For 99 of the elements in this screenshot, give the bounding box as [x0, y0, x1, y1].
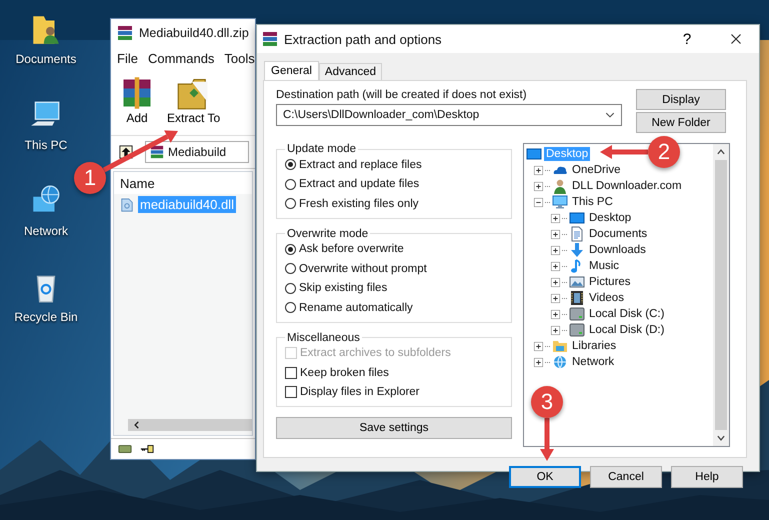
option-label: Display files in Explorer [300, 386, 420, 398]
option-label: Extract archives to subfolders [300, 347, 451, 360]
radio-button[interactable] [285, 244, 296, 255]
path-dropdown[interactable]: C:\Users\DllDownloader_com\Desktop [276, 104, 622, 126]
group-title: Miscellaneous [286, 332, 361, 344]
option-label: Extract and update files [299, 178, 420, 190]
books-icon [150, 145, 164, 159]
books-icon [117, 25, 133, 41]
expand-icon[interactable] [551, 278, 560, 286]
tree-item[interactable]: Pictures [587, 275, 633, 289]
option-label: Fresh existing files only [299, 198, 419, 210]
expand-icon[interactable] [551, 262, 560, 270]
down-arrow-icon [569, 242, 585, 258]
option-label: Rename automatically [299, 302, 413, 314]
screen-icon [569, 210, 585, 226]
drive-icon [569, 306, 585, 322]
document-icon [569, 226, 585, 242]
radio-button[interactable] [285, 282, 296, 294]
add-button[interactable]: Add [117, 75, 157, 131]
arrow [600, 145, 648, 159]
scrollbar[interactable] [713, 144, 729, 446]
tab[interactable]: General [264, 61, 319, 80]
checkbox[interactable] [285, 366, 297, 379]
button[interactable]: Display [636, 89, 726, 110]
tree-item[interactable]: DLL Downloader.com [570, 179, 684, 193]
tree-item[interactable]: Libraries [570, 339, 618, 353]
group-title: Update mode [286, 143, 358, 155]
window-title: Extraction path and options [284, 32, 443, 46]
books-icon [262, 31, 278, 47]
desktop-icon-label[interactable]: Recycle Bin [14, 310, 78, 324]
folder-icon [552, 338, 568, 354]
menu-item[interactable]: Commands [148, 51, 214, 67]
expand-icon[interactable] [551, 294, 560, 302]
tree-item[interactable]: Music [587, 259, 622, 273]
drive-icon [569, 322, 585, 338]
globe-icon [552, 354, 568, 370]
file-icon [120, 196, 134, 212]
expand-icon[interactable] [551, 230, 560, 238]
option-label: Extract and replace files [299, 158, 422, 171]
path-field[interactable]: Mediabuild [145, 141, 249, 163]
scrollbar[interactable] [128, 419, 252, 431]
radio-button[interactable] [285, 178, 296, 190]
radio-button[interactable] [285, 263, 296, 274]
screen-icon [526, 146, 542, 162]
column-header[interactable]: Name [120, 176, 155, 190]
desktop-icon-label[interactable]: Network [24, 224, 68, 238]
tree-item[interactable]: Videos [587, 291, 626, 305]
tree-item[interactable]: Network [570, 355, 616, 369]
expand-icon[interactable] [534, 182, 543, 190]
option-label: Overwrite without prompt [299, 262, 427, 275]
person-icon [552, 178, 568, 194]
option-label: Keep broken files [300, 366, 389, 379]
picture-icon [569, 274, 585, 290]
desktop-icon-label[interactable]: This PC [24, 138, 68, 152]
button[interactable]: Help [671, 466, 743, 488]
tree-item[interactable]: Downloads [587, 243, 648, 257]
radio-button[interactable] [285, 302, 296, 314]
expand-icon[interactable] [551, 310, 560, 318]
radio-button[interactable] [285, 159, 296, 170]
path-text: C:\Users\DllDownloader_com\Desktop [283, 109, 480, 121]
option-label: Skip existing files [299, 282, 388, 294]
tree-item[interactable]: Desktop [587, 211, 634, 225]
chevron-down-icon [605, 110, 615, 120]
help-button[interactable]: ? [667, 30, 707, 48]
expand-icon[interactable] [551, 246, 560, 254]
field-label: Destination path (will be created if does not exist) [276, 89, 528, 101]
film-icon [569, 290, 585, 306]
up-caret-icon [716, 147, 726, 157]
menu-item[interactable]: Tools [224, 51, 255, 67]
tree-item[interactable]: Local Disk (D:) [587, 323, 666, 337]
button[interactable]: Cancel [590, 466, 662, 488]
menu-item[interactable]: File [117, 51, 138, 67]
group-title: Overwrite mode [286, 228, 370, 240]
close-icon [730, 33, 742, 45]
option-label: Ask before overwrite [299, 243, 404, 256]
tab[interactable]: Advanced [318, 63, 382, 80]
tree-item[interactable]: Local Disk (C:) [587, 307, 666, 321]
desktop-icon-label[interactable]: Documents [16, 52, 76, 66]
collapse-icon[interactable] [534, 198, 543, 206]
expand-icon[interactable] [534, 342, 543, 350]
down-caret-icon [716, 433, 726, 443]
extract-button[interactable]: Extract To [165, 75, 222, 131]
path-text: Mediabuild [168, 145, 226, 159]
button[interactable]: OK [509, 466, 581, 488]
expand-icon[interactable] [534, 358, 543, 366]
expand-icon[interactable] [551, 326, 560, 334]
tree-item[interactable]: OneDrive [570, 163, 623, 177]
window-title: Mediabuild40.dll.zip [139, 26, 249, 40]
tree-item[interactable]: This PC [570, 195, 615, 209]
expand-icon[interactable] [534, 166, 543, 174]
save-button[interactable]: Save settings [276, 417, 512, 439]
button[interactable]: New Folder [636, 112, 726, 133]
scroll-thumb[interactable] [715, 160, 727, 430]
arrow [540, 418, 554, 461]
radio-button[interactable] [285, 198, 296, 210]
tree-item[interactable]: Documents [587, 227, 650, 241]
expand-icon[interactable] [551, 214, 560, 222]
monitor-icon [552, 194, 568, 210]
checkbox[interactable] [285, 386, 297, 398]
